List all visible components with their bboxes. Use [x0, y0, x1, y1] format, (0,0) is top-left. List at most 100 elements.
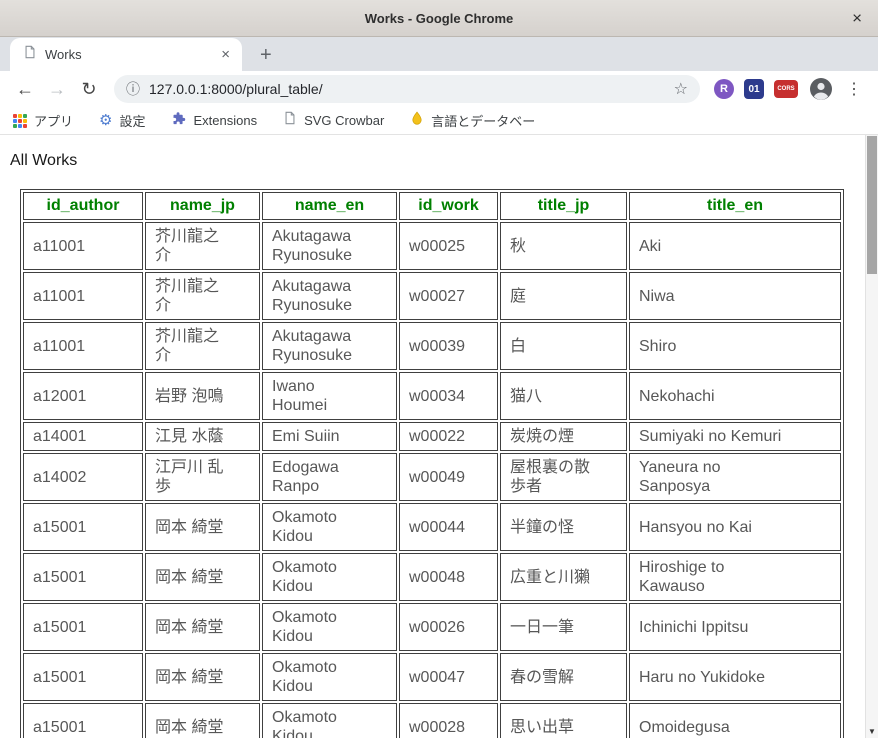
profile-avatar[interactable] — [809, 77, 833, 101]
browser-menu-button[interactable]: ⋮ — [840, 79, 868, 99]
table-row: a14001 江見 水蔭 Emi Suiin w00022 炭焼の煙 Sumiyaki n… — [23, 422, 841, 451]
page-favicon-icon — [23, 45, 37, 64]
table-cell: 芥川龍之 介 — [145, 222, 260, 270]
table-row: a12001 岩野 泡鳴 Iwano Houmei w00034 猫八 Nekohachi — [23, 372, 841, 420]
address-bar[interactable]: ⓘ 127.0.0.1:8000/plural_table/ ☆ — [114, 75, 700, 103]
bookmark-lang-db[interactable]: 言語とデータベー — [410, 111, 535, 130]
table-cell: a11001 — [23, 322, 143, 370]
table-cell: a14002 — [23, 453, 143, 501]
table-cell: 芥川龍之 介 — [145, 272, 260, 320]
vertical-scrollbar[interactable]: ▼ — [865, 135, 878, 738]
extension-cors-icon[interactable]: CORS — [774, 80, 798, 98]
table-row: a15001 岡本 綺堂 Okamoto Kidou w00048 広重と川獺 Hiros… — [23, 553, 841, 601]
bookmark-extensions[interactable]: Extensions — [171, 111, 257, 131]
table-cell: 春の雪解 — [500, 653, 627, 701]
table-cell: a15001 — [23, 603, 143, 651]
bookmark-label: 言語とデータベー — [431, 114, 536, 129]
bookmark-settings[interactable]: ⚙ 設定 — [99, 111, 145, 130]
scrollbar-thumb[interactable] — [867, 136, 877, 274]
table-cell: 白 — [500, 322, 627, 370]
table-cell: Okamoto Kidou — [262, 503, 397, 551]
tab-strip: Works × + — [0, 37, 878, 71]
table-cell: 半鐘の怪 — [500, 503, 627, 551]
apps-grid-icon — [13, 113, 27, 128]
table-cell: 岡本 綺堂 — [145, 603, 260, 651]
page-content: All Works id_author name_jp name_en id_w… — [0, 135, 878, 738]
column-header-name-jp: name_jp — [145, 192, 260, 220]
table-cell: a14001 — [23, 422, 143, 451]
table-cell: 岩野 泡鳴 — [145, 372, 260, 420]
table-cell: w00025 — [399, 222, 498, 270]
table-cell: 芥川龍之 介 — [145, 322, 260, 370]
bookmark-label: 設定 — [119, 114, 146, 129]
table-cell: Emi Suiin — [262, 422, 397, 451]
table-row: a15001 岡本 綺堂 Okamoto Kidou w00047 春の雪解 Haru n… — [23, 653, 841, 701]
window-close-button[interactable]: × — [846, 10, 868, 27]
site-info-icon[interactable]: ⓘ — [126, 79, 140, 99]
table-cell: 岡本 綺堂 — [145, 503, 260, 551]
url-text[interactable]: 127.0.0.1:8000/plural_table/ — [149, 81, 665, 97]
browser-window: Works - Google Chrome × Works × + ← → ↻ … — [0, 0, 878, 738]
bookmarks-bar: アプリ ⚙ 設定 Extensions SVG Crowbar 言語とデータベー — [0, 107, 878, 135]
table-cell: Okamoto Kidou — [262, 653, 397, 701]
tab-works[interactable]: Works × — [10, 38, 242, 71]
scroll-down-button[interactable]: ▼ — [866, 725, 878, 738]
table-cell: 岡本 綺堂 — [145, 703, 260, 738]
table-cell: w00028 — [399, 703, 498, 738]
table-cell: Iwano Houmei — [262, 372, 397, 420]
table-cell: Aki — [629, 222, 841, 270]
bookmark-svg-crowbar[interactable]: SVG Crowbar — [283, 111, 384, 130]
window-titlebar[interactable]: Works - Google Chrome × — [0, 0, 878, 37]
table-cell: w00044 — [399, 503, 498, 551]
table-cell: 一日一筆 — [500, 603, 627, 651]
table-cell: Okamoto Kidou — [262, 703, 397, 738]
table-cell: w00026 — [399, 603, 498, 651]
table-cell: a15001 — [23, 703, 143, 738]
back-button[interactable]: ← — [10, 74, 40, 104]
table-cell: Hansyou no Kai — [629, 503, 841, 551]
table-cell: 岡本 綺堂 — [145, 553, 260, 601]
bookmark-label: SVG Crowbar — [304, 113, 385, 128]
bookmark-star-icon[interactable]: ☆ — [674, 79, 688, 99]
table-cell: Shiro — [629, 322, 841, 370]
table-cell: 猫八 — [500, 372, 627, 420]
table-cell: Omoidegusa — [629, 703, 841, 738]
table-cell: Ichinichi Ippitsu — [629, 603, 841, 651]
extension-01-icon[interactable]: 01 — [744, 79, 764, 99]
reload-button[interactable]: ↻ — [74, 74, 104, 104]
extension-r-icon[interactable]: R — [714, 79, 734, 99]
table-cell: Haru no Yukidoke — [629, 653, 841, 701]
table-cell: a12001 — [23, 372, 143, 420]
window-title: Works - Google Chrome — [364, 10, 514, 26]
table-cell: 炭焼の煙 — [500, 422, 627, 451]
table-cell: Yaneura no Sanposya — [629, 453, 841, 501]
table-cell: a11001 — [23, 222, 143, 270]
table-cell: Edogawa Ranpo — [262, 453, 397, 501]
table-cell: a15001 — [23, 553, 143, 601]
bookmark-label: Extensions — [193, 113, 258, 128]
table-cell: Nekohachi — [629, 372, 841, 420]
table-row: a11001 芥川龍之 介 Akutagawa Ryunosuke w00025 秋 Ak… — [23, 222, 841, 270]
table-row: a15001 岡本 綺堂 Okamoto Kidou w00028 思い出草 Omoide… — [23, 703, 841, 738]
table-cell: 庭 — [500, 272, 627, 320]
table-cell: Hiroshige to Kawauso — [629, 553, 841, 601]
column-header-title-jp: title_jp — [500, 192, 627, 220]
table-row: a15001 岡本 綺堂 Okamoto Kidou w00044 半鐘の怪 Hansyo… — [23, 503, 841, 551]
table-header-row: id_author name_jp name_en id_work title_… — [23, 192, 841, 220]
table-cell: 思い出草 — [500, 703, 627, 738]
column-header-name-en: name_en — [262, 192, 397, 220]
document-icon — [283, 111, 297, 130]
table-row: a15001 岡本 綺堂 Okamoto Kidou w00026 一日一筆 Ichini… — [23, 603, 841, 651]
table-cell: 秋 — [500, 222, 627, 270]
table-cell: a15001 — [23, 653, 143, 701]
tab-close-button[interactable]: × — [217, 46, 234, 63]
table-cell: Sumiyaki no Kemuri — [629, 422, 841, 451]
bookmark-label: アプリ — [34, 114, 74, 129]
bookmark-apps[interactable]: アプリ — [13, 111, 73, 130]
table-cell: Akutagawa Ryunosuke — [262, 322, 397, 370]
table-row: a11001 芥川龍之 介 Akutagawa Ryunosuke w00039 白 Sh… — [23, 322, 841, 370]
table-cell: 屋根裏の散 歩者 — [500, 453, 627, 501]
table-cell: 江戸川 乱 歩 — [145, 453, 260, 501]
table-cell: w00048 — [399, 553, 498, 601]
new-tab-button[interactable]: + — [254, 44, 278, 66]
